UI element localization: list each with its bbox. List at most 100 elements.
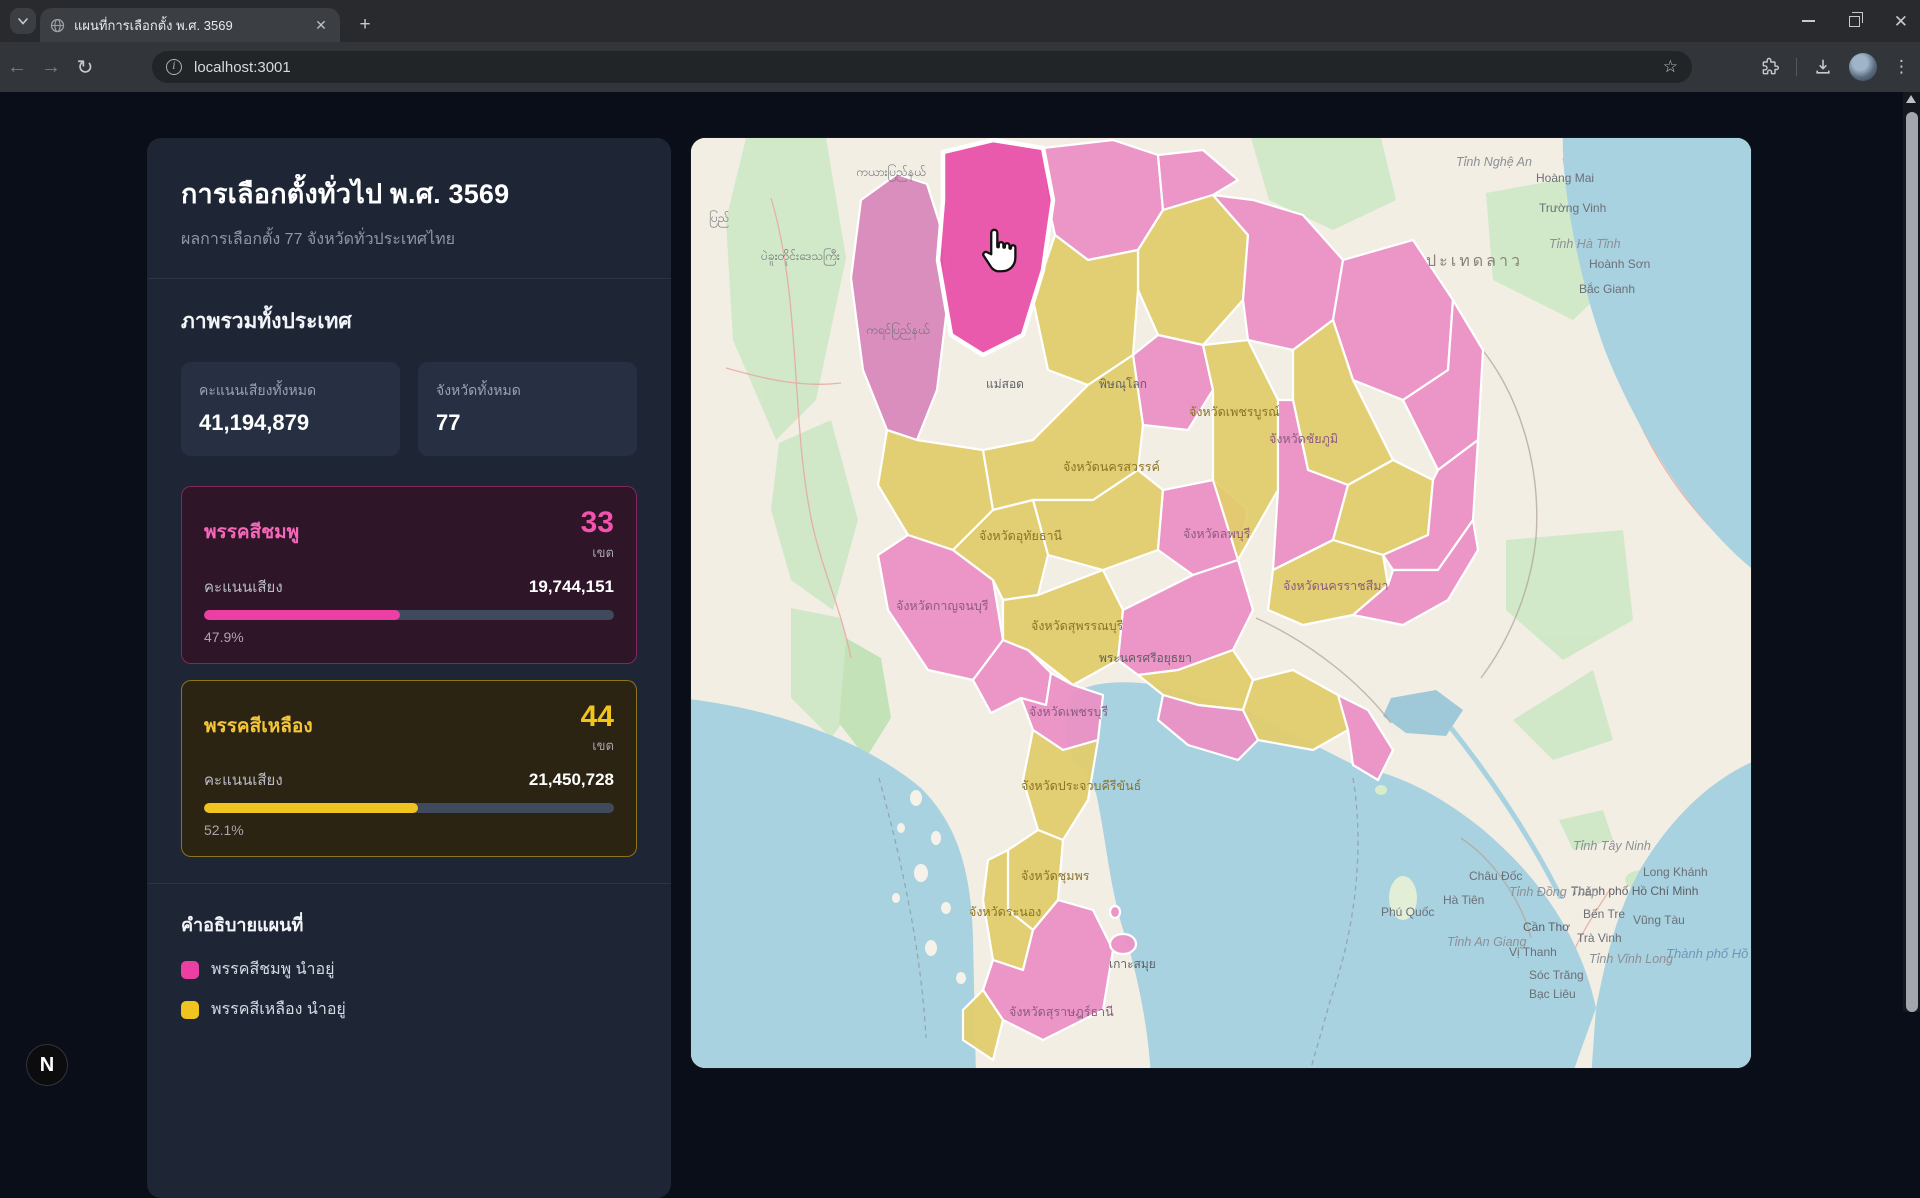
chevron-down-icon xyxy=(17,15,29,27)
scrollbar-thumb[interactable] xyxy=(1906,112,1918,1012)
reload-button[interactable]: ↻ xyxy=(68,55,102,80)
svg-text:Sóc Trăng: Sóc Trăng xyxy=(1529,968,1584,982)
url-text: localhost:3001 xyxy=(194,59,1651,76)
divider xyxy=(147,278,671,279)
extensions-icon[interactable] xyxy=(1760,57,1780,77)
download-icon[interactable] xyxy=(1813,57,1833,77)
globe-favicon-icon xyxy=(50,18,65,33)
svg-text:จังหวัดลพบุรี: จังหวัดลพบุรี xyxy=(1183,527,1251,542)
svg-text:จังหวัดชุมพร: จังหวัดชุมพร xyxy=(1021,869,1090,884)
total-votes-card: คะแนนเสียงทั้งหมด 41,194,879 xyxy=(181,362,400,456)
window-restore-button[interactable] xyxy=(1849,16,1860,27)
svg-text:Long Khánh: Long Khánh xyxy=(1643,865,1708,879)
svg-text:จังหวัดอุทัยธานี: จังหวัดอุทัยธานี xyxy=(979,529,1063,544)
svg-text:แม่สอด: แม่สอด xyxy=(986,377,1024,391)
svg-text:จังหวัดกาญจนบุรี: จังหวัดกาญจนบุรี xyxy=(896,599,989,614)
scrollbar[interactable] xyxy=(1903,92,1920,1012)
tab-search-button[interactable] xyxy=(10,8,36,34)
svg-text:พระนครศรีอยุธยา: พระนครศรีอยุธยา xyxy=(1099,651,1192,666)
pink-party-card: พรรคสีชมพู 33 เขต คะแนนเสียง 19,744,151 … xyxy=(181,486,637,664)
seat-unit-label: เขต xyxy=(581,735,614,756)
profile-avatar[interactable] xyxy=(1849,53,1877,81)
votes-value: 21,450,728 xyxy=(529,770,614,790)
back-button[interactable]: ← xyxy=(0,56,34,79)
site-info-icon[interactable]: i xyxy=(166,59,182,75)
svg-text:Trà Vinh: Trà Vinh xyxy=(1577,931,1622,945)
svg-text:จังหวัดชัยภูมิ: จังหวัดชัยภูมิ xyxy=(1269,432,1338,447)
legend-label: พรรคสีชมพู นำอยู่ xyxy=(211,957,335,982)
yellow-party-card: พรรคสีเหลือง 44 เขต คะแนนเสียง 21,450,72… xyxy=(181,680,637,858)
stat-value: 77 xyxy=(436,410,619,436)
svg-text:Tỉnh Hà Tĩnh: Tỉnh Hà Tĩnh xyxy=(1549,237,1621,251)
pink-swatch xyxy=(181,961,199,979)
total-provinces-card: จังหวัดทั้งหมด 77 xyxy=(418,362,637,456)
svg-text:จังหวัดนครสวรรค์: จังหวัดนครสวรรค์ xyxy=(1063,460,1160,474)
svg-text:เกาะสมุย: เกาะสมุย xyxy=(1109,957,1156,972)
svg-text:Bắc Gianh: Bắc Gianh xyxy=(1579,281,1635,296)
legend-label: พรรคสีเหลือง นำอยู่ xyxy=(211,997,346,1022)
toolbar-separator xyxy=(1796,58,1797,76)
tab-title: แผนที่การเลือกตั้ง พ.ศ. 3569 xyxy=(74,15,303,36)
window-controls: ✕ xyxy=(1802,0,1908,42)
party-seat-count: 44 xyxy=(581,701,614,733)
window-minimize-button[interactable] xyxy=(1802,20,1815,22)
svg-text:จังหวัดเพชรบูรณ์: จังหวัดเพชรบูรณ์ xyxy=(1189,405,1280,420)
yellow-swatch xyxy=(181,1001,199,1019)
browser-tab-strip: แผนที่การเลือกตั้ง พ.ศ. 3569 ✕ + ✕ xyxy=(0,0,1920,42)
thailand-election-map[interactable]: แม่สอด พิษณุโลก จังหวัดเพชรบูรณ์ จังหวัด… xyxy=(691,138,1751,1068)
seat-unit-label: เขต xyxy=(581,542,614,563)
svg-text:Thành phố Hồ Chí Minh: Thành phố Hồ Chí Minh xyxy=(1666,946,1751,961)
legend-item-yellow: พรรคสีเหลือง นำอยู่ xyxy=(181,997,637,1022)
forward-button[interactable]: → xyxy=(34,56,68,79)
browser-menu-icon[interactable]: ⋮ xyxy=(1893,57,1910,77)
svg-text:Tỉnh Tây Ninh: Tỉnh Tây Ninh xyxy=(1573,839,1651,853)
svg-text:จังหวัดระนอง: จังหวัดระนอง xyxy=(969,905,1041,919)
ko-chang-island xyxy=(1375,785,1387,795)
svg-text:จังหวัดนครราชสีมา: จังหวัดนครราชสีมา xyxy=(1283,579,1389,593)
vote-share-fill xyxy=(204,803,418,813)
svg-text:จังหวัดประจวบคีรีขันธ์: จังหวัดประจวบคีรีขันธ์ xyxy=(1021,779,1141,793)
address-bar[interactable]: i localhost:3001 ☆ xyxy=(152,51,1692,83)
svg-text:Bạc Liêu: Bạc Liêu xyxy=(1529,987,1576,1001)
svg-text:Tỉnh Vĩnh Long: Tỉnh Vĩnh Long xyxy=(1589,952,1673,966)
svg-text:Tỉnh Đồng Tháp: Tỉnh Đồng Tháp xyxy=(1509,885,1599,899)
svg-text:จังหวัดสุพรรณบุรี: จังหวัดสุพรรณบุรี xyxy=(1031,619,1124,634)
vote-share-percent: 47.9% xyxy=(204,629,614,645)
election-sidebar: การเลือกตั้งทั่วไป พ.ศ. 3569 ผลการเลือกต… xyxy=(147,138,671,1198)
divider xyxy=(147,883,671,884)
svg-text:Hà Tiên: Hà Tiên xyxy=(1443,893,1484,907)
votes-label: คะแนนเสียง xyxy=(204,575,283,599)
stat-label: จังหวัดทั้งหมด xyxy=(436,380,619,402)
svg-text:Tỉnh Nghệ An: Tỉnh Nghệ An xyxy=(1456,155,1532,169)
svg-text:Cần Thơ: Cần Thơ xyxy=(1523,920,1570,934)
scrollbar-up-arrow[interactable] xyxy=(1906,95,1916,103)
svg-text:จังหวัดเพชรบุรี: จังหวัดเพชรบุรี xyxy=(1029,705,1108,720)
votes-value: 19,744,151 xyxy=(529,577,614,597)
vote-share-percent: 52.1% xyxy=(204,822,614,838)
svg-text:Phú Quốc: Phú Quốc xyxy=(1381,905,1434,919)
svg-text:พิษณุโลก: พิษณุโลก xyxy=(1099,377,1147,392)
svg-text:Tỉnh An Giang: Tỉnh An Giang xyxy=(1447,935,1526,949)
svg-text:Bến Tre: Bến Tre xyxy=(1583,907,1625,921)
vote-share-fill xyxy=(204,610,400,620)
legend-item-pink: พรรคสีชมพู นำอยู่ xyxy=(181,957,637,982)
browser-tab[interactable]: แผนที่การเลือกตั้ง พ.ศ. 3569 ✕ xyxy=(40,8,340,42)
page-title: การเลือกตั้งทั่วไป พ.ศ. 3569 xyxy=(181,172,637,215)
vote-share-track xyxy=(204,803,614,813)
new-tab-button[interactable]: + xyxy=(352,12,378,38)
stat-value: 41,194,879 xyxy=(199,410,382,436)
tab-close-button[interactable]: ✕ xyxy=(312,16,330,34)
party-seat-count: 33 xyxy=(581,507,614,539)
nextjs-dev-badge[interactable]: N xyxy=(26,1044,68,1086)
bookmark-star-icon[interactable]: ☆ xyxy=(1663,57,1678,77)
svg-text:Hoành Sơn: Hoành Sơn xyxy=(1589,257,1650,271)
page-subtitle: ผลการเลือกตั้ง 77 จังหวัดทั่วประเทศไทย xyxy=(181,227,637,252)
page-background: การเลือกตั้งทั่วไป พ.ศ. 3569 ผลการเลือกต… xyxy=(0,92,1903,1012)
svg-text:Châu Đốc: Châu Đốc xyxy=(1469,869,1522,883)
overview-stats: คะแนนเสียงทั้งหมด 41,194,879 จังหวัดทั้ง… xyxy=(181,362,637,456)
overview-heading: ภาพรวมทั้งประเทศ xyxy=(181,305,637,338)
svg-text:Hoàng Mai: Hoàng Mai xyxy=(1536,171,1594,185)
svg-text:Trường Vinh: Trường Vinh xyxy=(1539,201,1606,215)
window-close-button[interactable]: ✕ xyxy=(1894,13,1908,30)
party-name: พรรคสีชมพู xyxy=(204,507,299,547)
